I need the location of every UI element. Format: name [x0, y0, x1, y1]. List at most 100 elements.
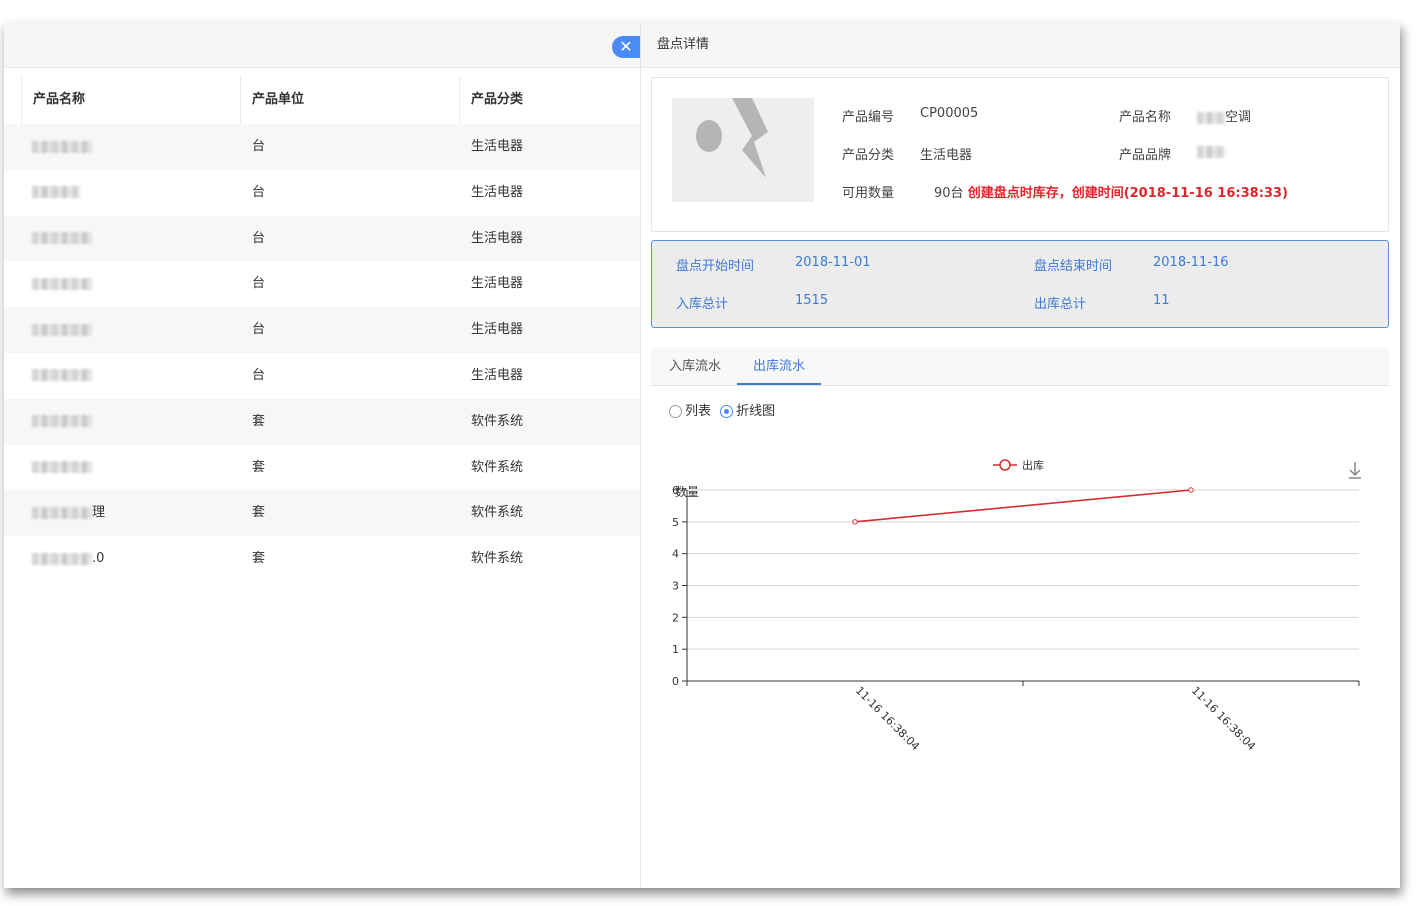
data-point: [852, 519, 858, 525]
product-name-suffix: .0: [92, 551, 105, 567]
redacted-text: [32, 232, 92, 245]
table-row[interactable]: 台 生活电器: [4, 307, 640, 353]
cell-product-unit: 台: [252, 322, 266, 338]
y-tick-label: 2: [672, 611, 679, 624]
end-time-value: 2018-11-16: [1153, 255, 1229, 270]
cell-product-unit: 台: [252, 139, 266, 154]
cell-product-category: 生活电器: [471, 276, 524, 292]
outbound-line-chart: 出库 数量 0 1 2 3 4 5 6 11-16 16:38:04 11-16 16:38:04: [641, 422, 1400, 802]
view-mode-line-chart[interactable]: 折线图: [720, 400, 775, 419]
inbound-total-label: 入库总计: [676, 297, 729, 312]
redacted-text: [1197, 145, 1225, 158]
y-tick-label: 0: [672, 675, 679, 688]
product-name-label: 产品名称: [1119, 110, 1172, 125]
cell-product-category: 软件系统: [471, 505, 524, 521]
end-time-label: 盘点结束时间: [1034, 259, 1113, 274]
product-brand-value: [1197, 144, 1225, 159]
cell-product-category: 生活电器: [471, 367, 524, 383]
view-mode-line-label: 折线图: [736, 404, 776, 419]
start-time-value: 2018-11-01: [795, 255, 871, 270]
cell-product-name: [32, 261, 92, 307]
product-image-placeholder: [672, 98, 814, 202]
panel-title: 盘点详情: [657, 37, 710, 52]
column-header-name[interactable]: 产品名称: [33, 76, 85, 124]
inbound-total-value: 1515: [795, 293, 829, 308]
table-row[interactable]: 台 生活电器: [4, 170, 640, 216]
cell-product-category: 生活电器: [471, 322, 524, 338]
table-row[interactable]: .0 套 软件系统: [4, 536, 640, 582]
table-toolbar: [4, 22, 640, 68]
cell-product-unit: 台: [252, 230, 266, 246]
table-row[interactable]: 台 生活电器: [4, 261, 640, 307]
redacted-text: [32, 323, 92, 336]
series-line-outbound: [854, 489, 1192, 523]
table-row[interactable]: 台 生活电器: [4, 124, 640, 170]
image-placeholder-dot: [696, 120, 722, 152]
cell-product-unit: 台: [252, 276, 266, 292]
y-tick-label: 4: [672, 548, 679, 561]
close-icon: ✕: [619, 37, 633, 56]
table-row[interactable]: 套 软件系统: [4, 398, 640, 445]
product-name-suffix: 理: [92, 505, 106, 521]
table-row[interactable]: 套 软件系统: [4, 445, 640, 491]
cell-product-name: [32, 216, 92, 262]
cell-product-unit: 套: [252, 551, 266, 567]
detail-panel: 盘点详情 产品编号 CP00005 产品名称 空调 产品分类 生活电器 产品品牌…: [640, 22, 1400, 888]
cell-product-unit: 台: [252, 367, 266, 383]
view-mode-toggle: 列表 折线图: [669, 400, 780, 419]
cell-product-category: 软件系统: [471, 551, 524, 567]
cell-product-unit: 套: [252, 413, 266, 429]
product-info-card: 产品编号 CP00005 产品名称 空调 产品分类 生活电器 产品品牌 可用数量…: [651, 77, 1389, 232]
download-icon[interactable]: [1349, 462, 1361, 479]
cell-product-category: 软件系统: [471, 459, 524, 475]
cell-product-unit: 套: [252, 505, 266, 521]
column-divider: [21, 76, 22, 124]
redacted-text: [32, 369, 92, 382]
outbound-total-label: 出库总计: [1034, 297, 1087, 312]
product-code-label: 产品编号: [842, 110, 895, 125]
product-code-value: CP00005: [920, 106, 979, 121]
redacted-text: [32, 552, 92, 565]
x-tick-label: 11-16 16:38:04: [853, 684, 922, 753]
cell-product-name: [32, 124, 92, 170]
table-header: 产品名称 产品单位 产品分类: [4, 76, 640, 124]
product-category-value: 生活电器: [920, 148, 973, 163]
radio-checked-icon[interactable]: [720, 405, 734, 418]
tab-inbound-flow[interactable]: 入库流水: [653, 348, 737, 386]
redacted-text: [32, 415, 92, 428]
redacted-text: [32, 186, 80, 199]
table-row[interactable]: 台 生活电器: [4, 353, 640, 399]
data-point: [1188, 487, 1194, 493]
product-name-value: 空调: [1197, 106, 1251, 125]
y-tick-label: 1: [672, 643, 679, 656]
radio-unchecked-icon[interactable]: [669, 405, 682, 418]
table-row[interactable]: 台 生活电器: [4, 215, 640, 262]
column-header-unit[interactable]: 产品单位: [252, 76, 304, 124]
tab-outbound-flow[interactable]: 出库流水: [737, 348, 822, 385]
cell-product-category: 生活电器: [471, 230, 524, 246]
inventory-summary: 盘点开始时间 2018-11-01 盘点结束时间 2018-11-16 入库总计…: [651, 240, 1389, 328]
redacted-text: [1197, 111, 1225, 124]
table-row[interactable]: 理 套 软件系统: [4, 490, 640, 537]
cell-product-unit: 台: [252, 184, 266, 200]
chart-svg: 出库数量012345611-16 16:38:04 11-16 16:38:04: [672, 458, 1361, 753]
view-mode-list[interactable]: 列表: [669, 400, 711, 419]
qty-note: 创建盘点时库存，创建时间(2018-11-16 16:38:33): [967, 186, 1288, 201]
panel-header: 盘点详情: [641, 22, 1400, 68]
column-header-category[interactable]: 产品分类: [471, 76, 523, 124]
product-brand-label: 产品品牌: [1119, 148, 1172, 163]
view-mode-list-label: 列表: [685, 404, 712, 419]
redacted-text: [32, 506, 92, 519]
cell-product-name: [32, 445, 92, 491]
product-name-suffix: 空调: [1225, 110, 1252, 125]
available-qty-label: 可用数量: [842, 186, 895, 201]
close-panel-button[interactable]: ✕: [612, 36, 640, 58]
cell-product-name: [32, 353, 92, 399]
redacted-text: [32, 277, 92, 290]
cell-product-name: .0: [32, 536, 104, 582]
available-qty-value: 90台 创建盘点时库存，创建时间(2018-11-16 16:38:33): [934, 182, 1288, 201]
table-body: 台生活电器台生活电器台生活电器台生活电器台生活电器台生活电器套软件系统套软件系统…: [4, 124, 640, 582]
cell-product-name: [32, 170, 80, 216]
legend-label: 出库: [1022, 458, 1044, 472]
qty-number: 90台: [934, 186, 964, 201]
